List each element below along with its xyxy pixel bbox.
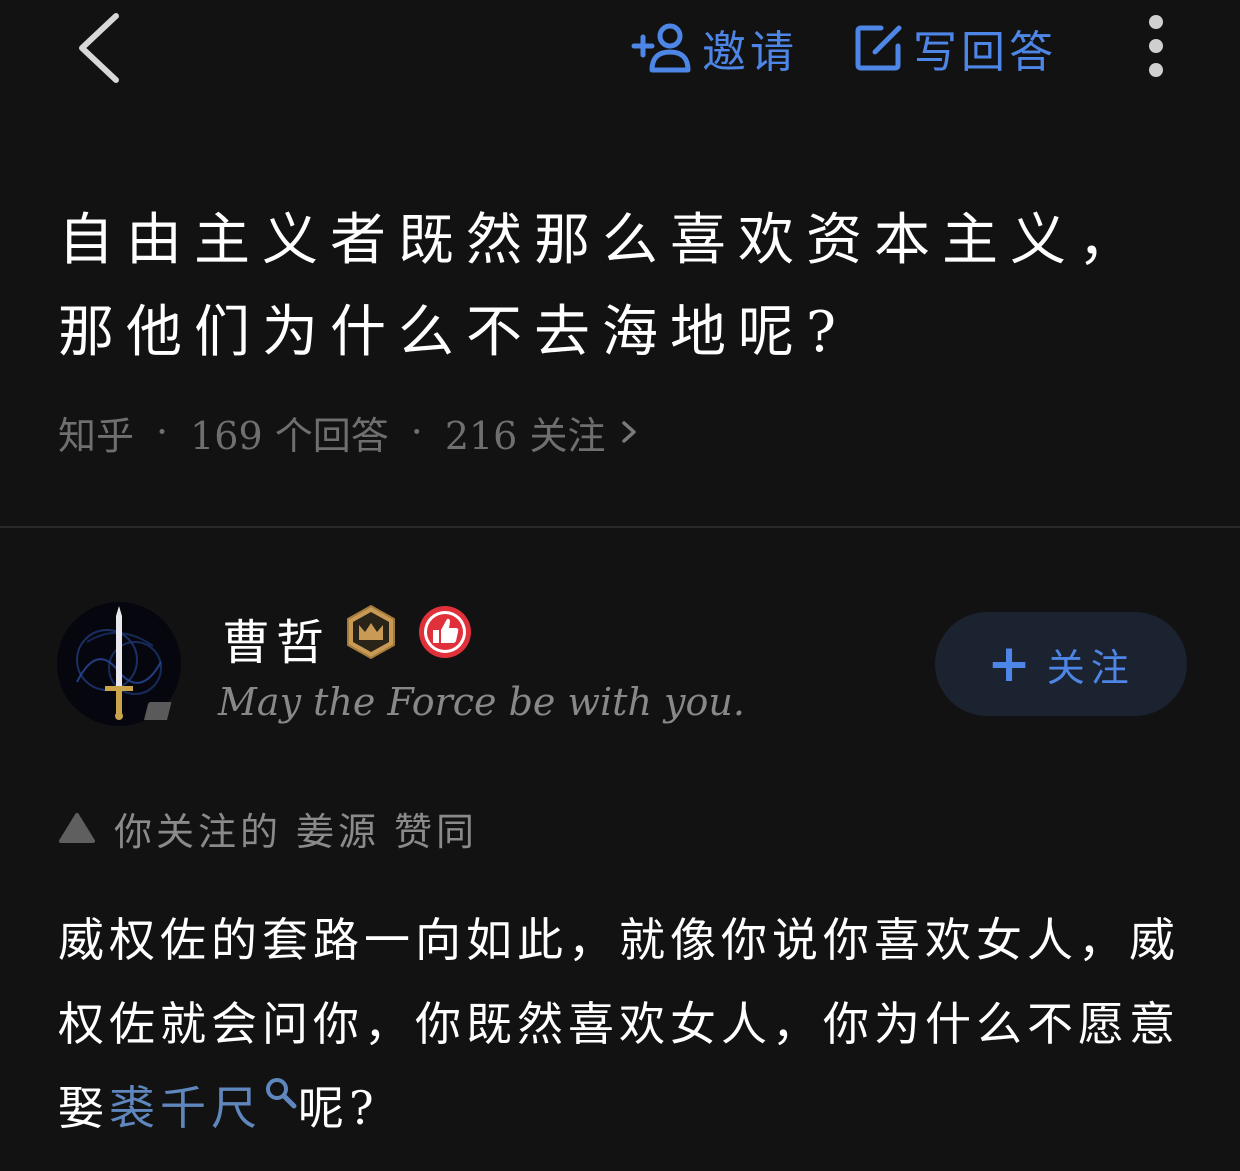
answer-paragraph: 威权佐的套路一向如此，就像你说你喜欢女人，威权佐就会问你，你既然喜欢女人，你为什…	[58, 898, 1198, 1150]
social-proof-prefix: 你关注的	[114, 809, 283, 854]
plus-icon: +	[987, 634, 1031, 694]
answer-suffix: 呢?	[298, 1081, 379, 1135]
write-answer-button[interactable]: 写回答	[855, 18, 1057, 78]
social-proof-person[interactable]: 姜源	[296, 801, 380, 856]
meta-separator: ·	[156, 410, 169, 454]
edit-icon	[855, 25, 902, 71]
more-options-button[interactable]	[1136, 14, 1176, 80]
author-name[interactable]: 曹哲	[222, 603, 330, 673]
meta-separator: ·	[410, 410, 423, 454]
meta-source: 知乎	[58, 413, 135, 458]
answers-count-link[interactable]: 169 个回答	[190, 405, 389, 460]
thumbs-up-badge-icon[interactable]	[418, 605, 472, 659]
triangle-up-icon	[59, 813, 95, 843]
top-navigation-bar: 邀请 写回答	[0, 0, 1240, 100]
more-vertical-icon	[1149, 15, 1163, 77]
follow-label: 关注	[1046, 645, 1135, 690]
invite-label: 邀请	[702, 27, 798, 78]
section-divider	[0, 526, 1240, 528]
social-proof-action: 赞同	[394, 809, 479, 854]
author-bio: May the Force be with you.	[218, 680, 745, 724]
question-title[interactable]: 自由主义者既然那么喜欢资本主义，那他们为什么不去海地呢?	[58, 195, 1198, 379]
answer-content[interactable]: 威权佐的套路一向如此，就像你说你喜欢女人，威权佐就会问你，你既然喜欢女人，你为什…	[58, 898, 1198, 1150]
avatar-badge-icon	[144, 702, 172, 720]
social-proof: 你关注的 姜源 赞同	[58, 800, 478, 856]
write-answer-label: 写回答	[913, 27, 1057, 78]
search-icon[interactable]	[264, 1076, 298, 1110]
question-meta: 知乎 · 169 个回答 · 216 关注	[58, 402, 639, 462]
follow-button[interactable]: + 关注	[935, 612, 1187, 716]
chevron-right-icon[interactable]	[619, 417, 639, 447]
chevron-left-icon	[79, 13, 119, 83]
keyword-link[interactable]: 裘千尺	[109, 1081, 262, 1135]
invite-button[interactable]: 邀请	[630, 18, 798, 78]
back-button[interactable]	[72, 8, 128, 88]
add-user-icon	[631, 23, 691, 73]
followers-count-link[interactable]: 216 关注	[445, 405, 606, 460]
crown-badge-icon[interactable]	[344, 604, 398, 660]
